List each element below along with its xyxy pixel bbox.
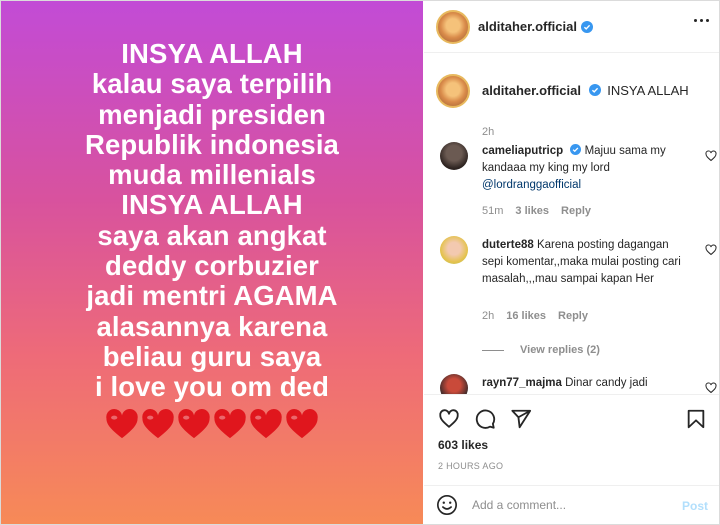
caption-text: INSYA ALLAH [607,83,689,98]
heart-emoji-icon [286,408,318,438]
heart-emoji-icon [142,408,174,438]
heart-emoji-icon [214,408,246,438]
heart-emoji-icon [106,408,138,438]
comment-text: rayn77_majma Dinar candy jadi [482,375,682,392]
post-text-line: Republik indonesia [85,128,339,160]
caption-time: 2h [482,126,495,138]
header-username[interactable]: alditaher.official [478,19,577,34]
heart-outline-icon[interactable] [438,408,460,430]
reply-button[interactable]: Reply [561,205,591,217]
comment-like-icon[interactable] [705,382,717,394]
post-text-line: i love you om ded [95,371,329,403]
post-text-line: jadi mentri AGAMA [86,280,338,312]
post-actions: 603 likes 2 HOURS AGO [424,394,719,476]
action-icons-row [438,408,532,430]
comment-body: Dinar candy jadi [565,377,648,389]
comment-username[interactable]: rayn77_majma [482,377,562,389]
heart-emoji-icon [178,408,210,438]
verified-badge-icon [570,144,582,155]
comment-username[interactable]: duterte88 [482,239,534,251]
comment-meta: 51m 3 likes Reply [482,205,591,217]
avatar[interactable] [436,74,470,108]
comment-like-icon[interactable] [705,244,717,256]
comment-meta: 2h 16 likes Reply [482,310,588,322]
reply-button[interactable]: Reply [558,310,588,322]
likes-count[interactable]: 603 likes [438,438,488,452]
view-replies-button[interactable]: View replies (2) [482,344,600,356]
caption-username[interactable]: alditaher.official [482,83,581,98]
comment-text: duterte88 Karena posting dagangan sepi k… [482,237,682,288]
comment-like-icon[interactable] [705,150,717,162]
mention-link[interactable]: @lordranggaofficial [482,179,581,191]
add-comment-bar: Post [424,485,719,524]
verified-badge-icon [580,20,593,33]
comment-bubble-icon[interactable] [474,408,496,430]
post-text-line: beliau guru saya [102,340,322,372]
post-text-line: INSYA ALLAH [121,38,303,69]
post-timestamp: 2 HOURS AGO [438,461,504,471]
comment-time: 51m [482,205,504,217]
comment-input[interactable] [472,498,662,512]
post-text-line: kalau saya terpilih [91,68,333,100]
post-text-line: alasannya karena [96,310,328,342]
comment-username[interactable]: cameliaputricp [482,145,563,157]
post-text-line: menjadi presiden [98,98,326,130]
paper-plane-icon[interactable] [510,408,532,430]
view-replies-label: View replies (2) [520,344,600,356]
comment-time: 2h [482,310,495,322]
more-options-icon[interactable] [694,19,709,22]
post-text-line: muda millenials [108,159,316,191]
comment-text: cameliaputricp Majuu sama my kandaaa my … [482,143,682,194]
post-image[interactable]: INSYA ALLAH kalau saya terpilih menjadi … [1,1,423,524]
avatar[interactable] [436,9,470,44]
post-text-line: deddy corbuzier [105,250,319,282]
caption-text-row: alditaher.official INSYA ALLAH [482,83,689,98]
bookmark-icon[interactable] [685,408,707,430]
avatar[interactable] [440,374,468,394]
heart-emoji-icon [250,408,282,438]
post-header: alditaher.official [424,1,719,53]
divider [482,349,504,351]
post-text-line: saya akan angkat [97,219,327,251]
verified-badge-icon [588,84,601,96]
comment-likes[interactable]: 16 likes [506,310,546,322]
post-text-line: INSYA ALLAH [121,189,303,221]
comment-likes[interactable]: 3 likes [515,205,549,217]
avatar[interactable] [440,142,468,170]
avatar[interactable] [440,236,468,264]
post-button[interactable]: Post [682,499,708,513]
post-side-panel: alditaher.official alditaher.official IN… [424,1,719,524]
hearts-row [105,408,319,440]
comments-list: alditaher.official INSYA ALLAH 2h cameli… [424,54,719,394]
smiley-icon[interactable] [436,494,458,516]
